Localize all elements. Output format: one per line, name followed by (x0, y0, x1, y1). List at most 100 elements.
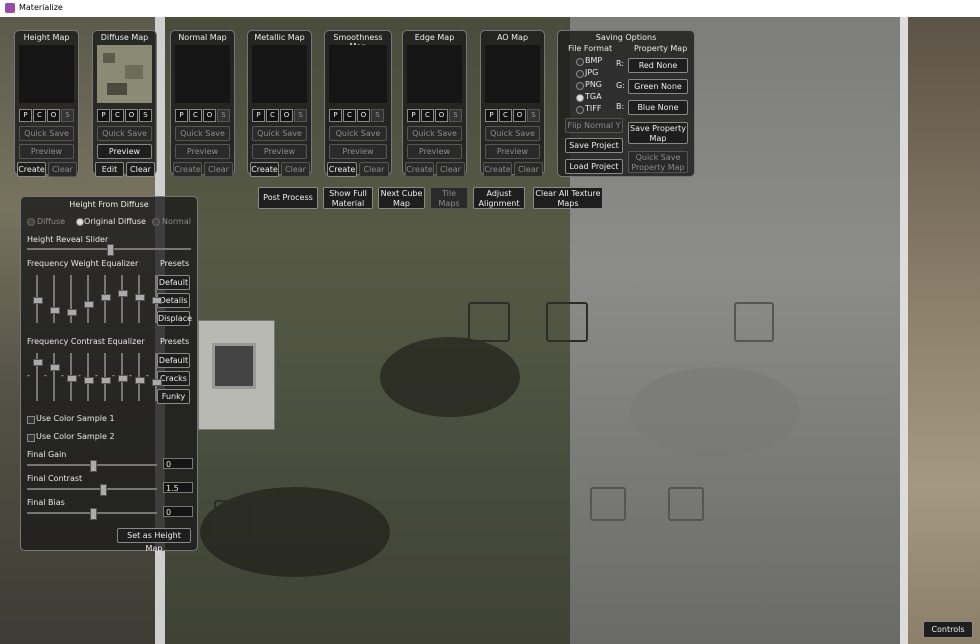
slider-knob[interactable] (118, 375, 128, 382)
preview-button[interactable]: Preview (252, 144, 307, 159)
create-button[interactable]: Create (250, 162, 279, 177)
quick-save-button[interactable]: Quick Save (175, 126, 230, 141)
green-channel-button[interactable]: Green None (628, 79, 688, 94)
default-weight-button[interactable]: Default (157, 275, 190, 290)
slider-knob[interactable] (90, 460, 97, 472)
save-property-map-button[interactable]: Save Property Map (628, 122, 688, 144)
original-diffuse-radio[interactable] (76, 218, 84, 226)
o-button[interactable]: O (47, 109, 60, 122)
equalizer-band-slider[interactable] (50, 353, 60, 401)
o-button[interactable]: O (203, 109, 216, 122)
c-button[interactable]: C (266, 109, 279, 122)
c-button[interactable]: C (499, 109, 512, 122)
clear-button[interactable]: Clear (281, 162, 310, 177)
slider-knob[interactable] (84, 377, 94, 384)
slider-knob[interactable] (33, 359, 43, 366)
preview-button[interactable]: Preview (97, 144, 152, 159)
slider-knob[interactable] (50, 307, 60, 314)
blue-channel-button[interactable]: Blue None (628, 100, 688, 115)
slider-knob[interactable] (84, 301, 94, 308)
preview-button[interactable]: Preview (329, 144, 387, 159)
equalizer-band-slider[interactable] (33, 353, 43, 401)
c-button[interactable]: C (189, 109, 202, 122)
final-contrast-field[interactable]: 1.5 (163, 482, 193, 493)
equalizer-band-slider[interactable] (101, 353, 111, 401)
edit-button[interactable]: Edit (95, 162, 124, 177)
equalizer-band-slider[interactable] (67, 275, 77, 323)
quick-save-button[interactable]: Quick Save (485, 126, 540, 141)
next-cube-map-button[interactable]: Next Cube Map (378, 187, 425, 209)
default-contrast-button[interactable]: Default (157, 353, 190, 368)
create-button[interactable]: Create (17, 162, 46, 177)
create-button[interactable]: Create (327, 162, 357, 177)
clear-button[interactable]: Clear (436, 162, 465, 177)
s-button[interactable]: S (61, 109, 74, 122)
slider-knob[interactable] (67, 309, 77, 316)
tile-maps-button[interactable]: Tile Maps (430, 187, 468, 209)
clear-all-texture-maps-button[interactable]: Clear All Texture Maps (533, 187, 603, 209)
set-as-height-map-button[interactable]: Set as Height Map (117, 528, 191, 553)
quick-save-button[interactable]: Quick Save (19, 126, 74, 141)
controls-button[interactable]: Controls (923, 621, 973, 638)
quick-save-button[interactable]: Quick Save (252, 126, 307, 141)
c-button[interactable]: C (33, 109, 46, 122)
o-button[interactable]: O (435, 109, 448, 122)
preview-button[interactable]: Preview (485, 144, 540, 159)
quick-save-property-map-button[interactable]: Quick Save Property Map (628, 151, 688, 173)
slider-knob[interactable] (101, 294, 111, 301)
create-button[interactable]: Create (173, 162, 202, 177)
equalizer-band-slider[interactable] (33, 275, 43, 323)
s-button[interactable]: S (527, 109, 540, 122)
s-button[interactable]: S (217, 109, 230, 122)
png-radio[interactable] (576, 82, 584, 90)
final-contrast-slider[interactable] (27, 484, 157, 496)
p-button[interactable]: P (19, 109, 32, 122)
c-button[interactable]: C (111, 109, 124, 122)
tga-radio[interactable] (576, 94, 584, 102)
clear-button[interactable]: Clear (514, 162, 543, 177)
slider-knob[interactable] (67, 375, 77, 382)
equalizer-band-slider[interactable] (67, 353, 77, 401)
clear-button[interactable]: Clear (204, 162, 233, 177)
s-button[interactable]: S (139, 109, 152, 122)
quick-save-button[interactable]: Quick Save (97, 126, 152, 141)
o-button[interactable]: O (280, 109, 293, 122)
equalizer-band-slider[interactable] (135, 353, 145, 401)
equalizer-band-slider[interactable] (118, 353, 128, 401)
final-bias-slider[interactable] (27, 508, 157, 520)
slider-knob[interactable] (107, 244, 114, 256)
equalizer-band-slider[interactable] (152, 353, 162, 401)
equalizer-band-slider[interactable] (118, 275, 128, 323)
equalizer-band-slider[interactable] (135, 275, 145, 323)
quick-save-button[interactable]: Quick Save (329, 126, 387, 141)
create-button[interactable]: Create (483, 162, 512, 177)
load-project-button[interactable]: Load Project (565, 159, 623, 174)
flip-normal-y-button[interactable]: Flip Normal Y (565, 118, 623, 133)
slider-knob[interactable] (118, 290, 128, 297)
preview-button[interactable]: Preview (175, 144, 230, 159)
save-project-button[interactable]: Save Project (565, 138, 623, 153)
bmp-radio[interactable] (576, 58, 584, 66)
c-button[interactable]: C (421, 109, 434, 122)
post-process-button[interactable]: Post Process (258, 187, 318, 209)
create-button[interactable]: Create (405, 162, 434, 177)
adjust-alignment-button[interactable]: Adjust Alignment (473, 187, 525, 209)
show-full-material-button[interactable]: Show Full Material (323, 187, 373, 209)
clear-button[interactable]: Clear (126, 162, 155, 177)
clear-button[interactable]: Clear (48, 162, 77, 177)
slider-knob[interactable] (33, 297, 43, 304)
slider-knob[interactable] (135, 294, 145, 301)
p-button[interactable]: P (407, 109, 420, 122)
s-button[interactable]: S (371, 109, 384, 122)
jpg-radio[interactable] (576, 70, 584, 78)
slider-knob[interactable] (152, 297, 162, 304)
p-button[interactable]: P (97, 109, 110, 122)
s-button[interactable]: S (449, 109, 462, 122)
o-button[interactable]: O (513, 109, 526, 122)
quick-save-button[interactable]: Quick Save (407, 126, 462, 141)
o-button[interactable]: O (357, 109, 370, 122)
o-button[interactable]: O (125, 109, 138, 122)
preview-button[interactable]: Preview (19, 144, 74, 159)
equalizer-band-slider[interactable] (84, 275, 94, 323)
slider-knob[interactable] (50, 364, 60, 371)
